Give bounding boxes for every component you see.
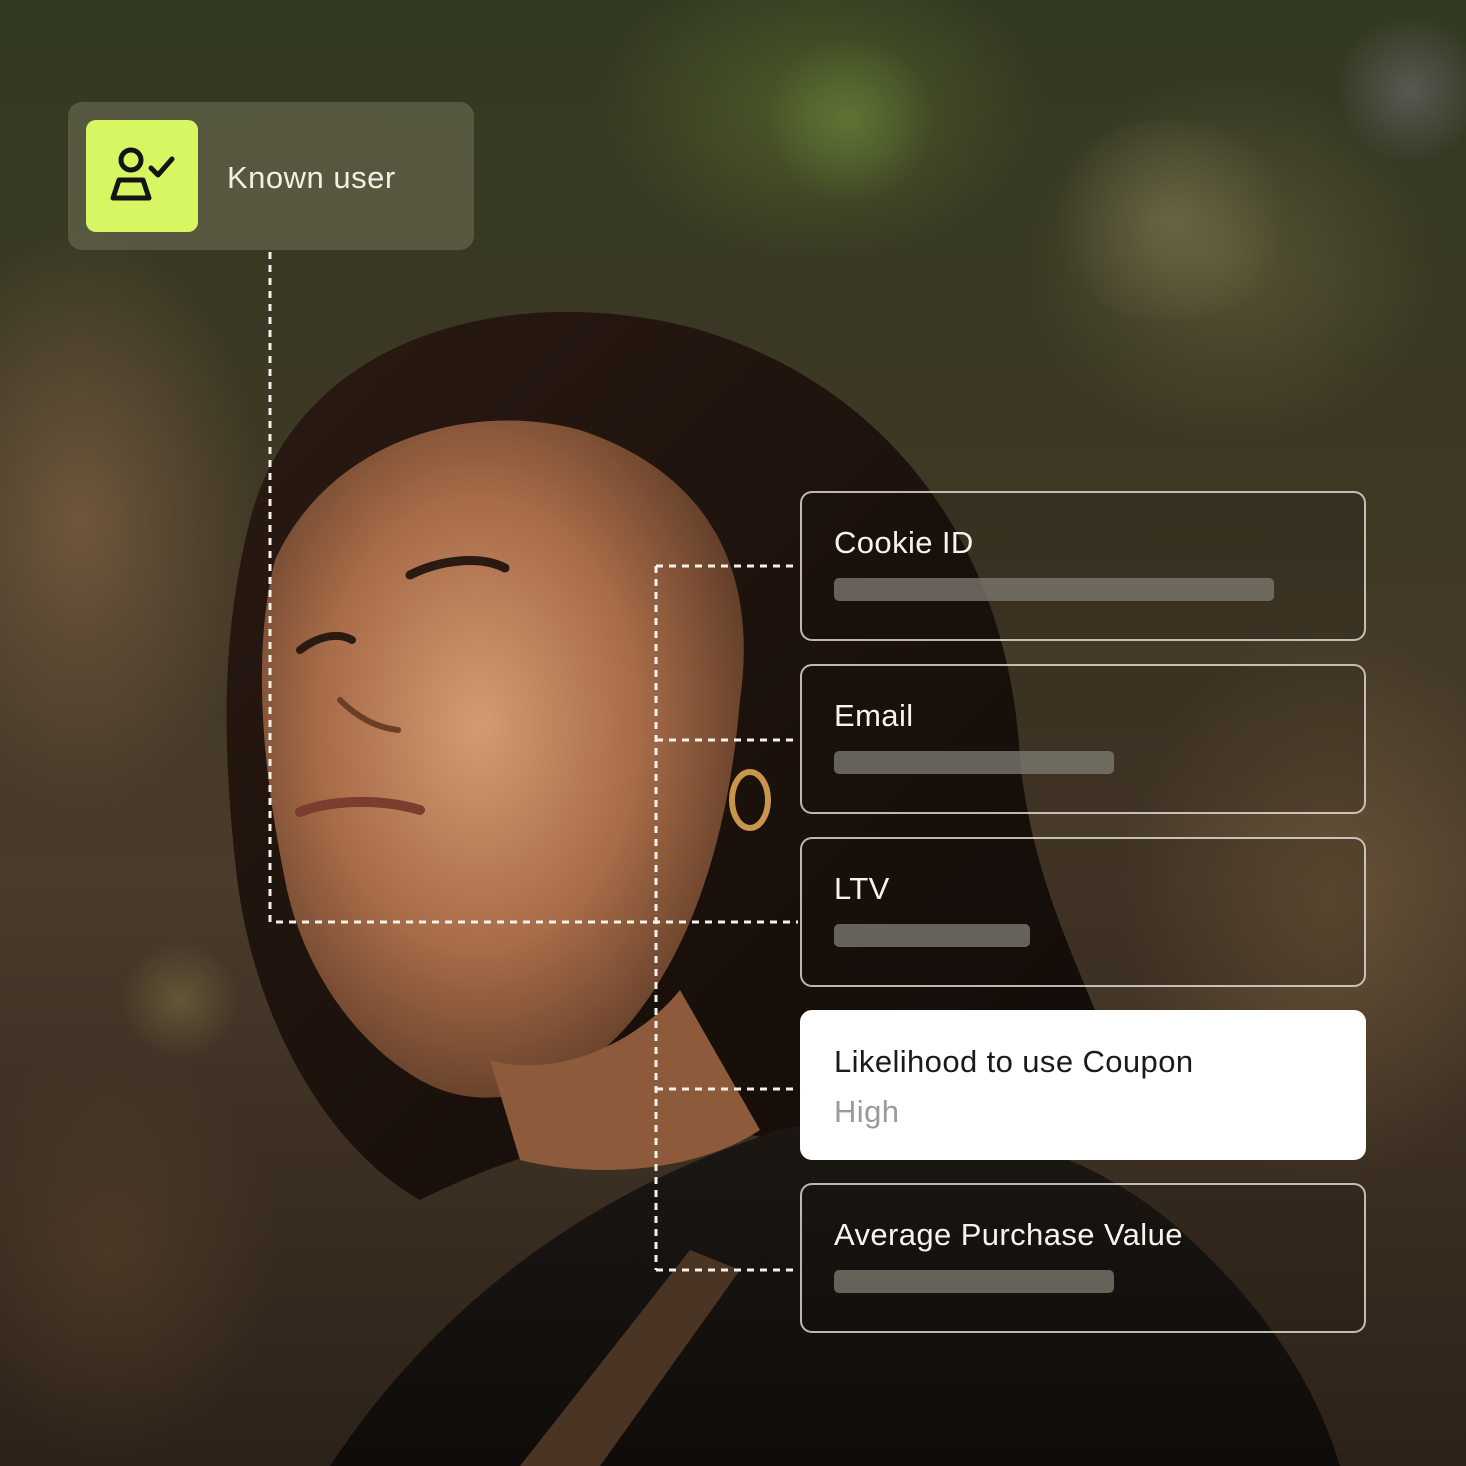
attribute-card-cookie-id: Cookie ID bbox=[800, 491, 1366, 641]
user-check-icon bbox=[86, 120, 198, 232]
attribute-label: LTV bbox=[834, 871, 890, 906]
attribute-card-coupon-likelihood: Likelihood to use Coupon High bbox=[800, 1010, 1366, 1160]
attribute-label: Cookie ID bbox=[834, 525, 974, 560]
known-user-label: Known user bbox=[227, 160, 396, 195]
redacted-value-bar bbox=[834, 751, 1114, 774]
attribute-label: Average Purchase Value bbox=[834, 1217, 1183, 1252]
known-user-card: Known user bbox=[68, 102, 474, 250]
attribute-card-ltv: LTV bbox=[800, 837, 1366, 987]
redacted-value-bar bbox=[834, 578, 1274, 601]
attribute-label: Likelihood to use Coupon bbox=[834, 1044, 1194, 1079]
attribute-value: High bbox=[834, 1094, 900, 1129]
redacted-value-bar bbox=[834, 924, 1030, 947]
attribute-card-email: Email bbox=[800, 664, 1366, 814]
redacted-value-bar bbox=[834, 1270, 1114, 1293]
attribute-card-average-purchase-value: Average Purchase Value bbox=[800, 1183, 1366, 1333]
attribute-label: Email bbox=[834, 698, 914, 733]
hero-scene: Known user Cookie ID Email LTV Likelihoo… bbox=[0, 0, 1466, 1466]
